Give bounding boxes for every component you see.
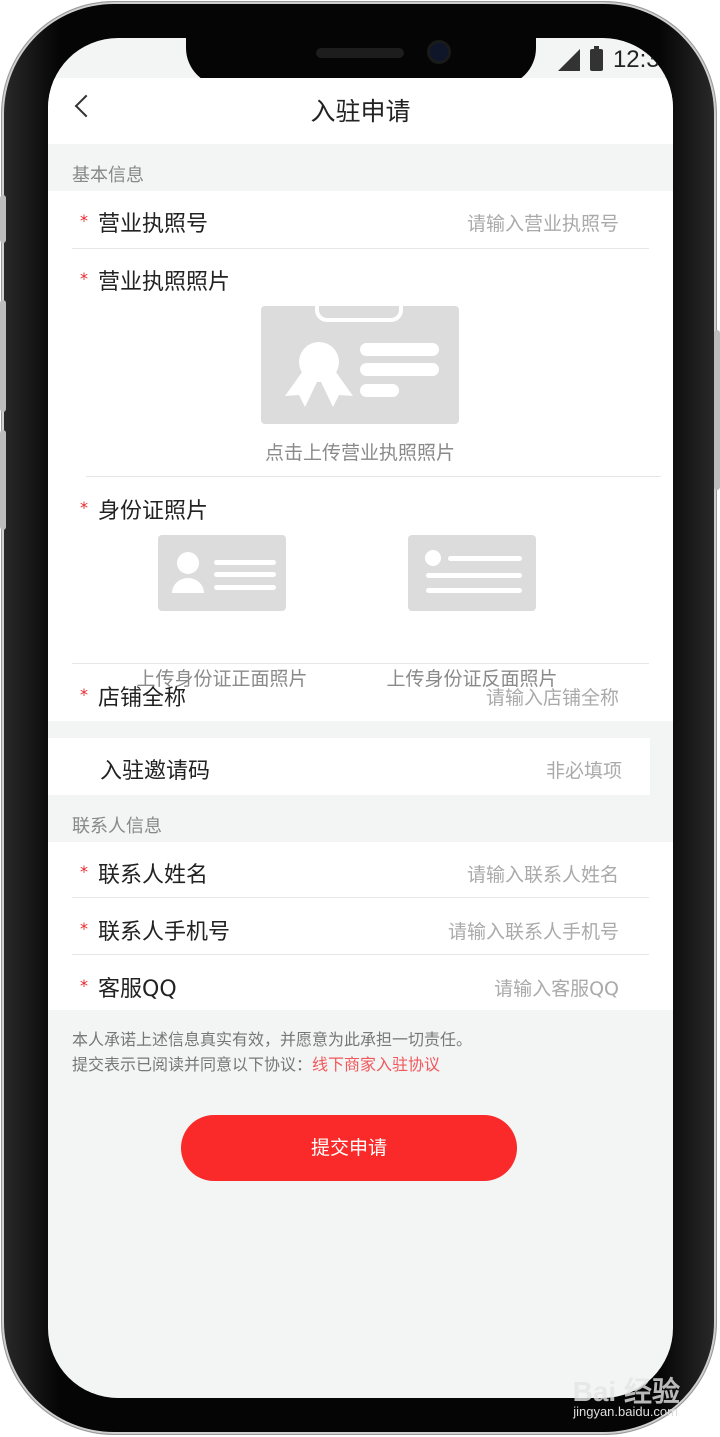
commitment-notice: 本人承诺上述信息真实有效，并愿意为此承担一切责任。	[72, 1030, 473, 1049]
divider	[72, 897, 649, 898]
page-title: 入驻申请	[310, 97, 411, 126]
watermark-url: jingyan.baidu.com	[573, 1404, 678, 1419]
shop-name-label: 店铺全称	[98, 686, 187, 711]
status-time: 12:30	[612, 46, 673, 73]
id-back-upload-icon[interactable]	[408, 535, 536, 611]
shop-name-input[interactable]: 请输入店铺全称	[486, 683, 619, 710]
section-title-contact: 联系人信息	[72, 816, 162, 837]
front-camera	[430, 43, 448, 61]
license-photo-row: * 营业执照照片	[48, 249, 673, 305]
service-qq-row[interactable]: * 客服QQ 请输入客服QQ	[48, 956, 673, 1012]
contact-name-row[interactable]: * 联系人姓名 请输入联系人姓名	[48, 842, 673, 898]
contact-phone-row[interactable]: * 联系人手机号 请输入联系人手机号	[48, 899, 673, 955]
id-photo-row: * 身份证照片	[48, 478, 673, 534]
contact-name-input[interactable]: 请输入联系人姓名	[467, 860, 619, 887]
speaker	[316, 48, 404, 58]
shop-name-row[interactable]: * 店铺全称 请输入店铺全称	[48, 665, 673, 721]
invite-code-card: 入驻邀请码 非必填项	[48, 738, 650, 795]
required-mark: *	[80, 976, 88, 995]
battery-icon	[589, 46, 603, 71]
invite-code-row[interactable]: 入驻邀请码 非必填项	[48, 738, 650, 794]
side-button	[0, 430, 6, 530]
license-photo-label: 营业执照照片	[98, 270, 231, 295]
agreement-notice: 提交表示已阅读并同意以下协议：线下商家入驻协议	[72, 1051, 440, 1075]
id-photo-label: 身份证照片	[98, 499, 209, 524]
license-number-row[interactable]: * 营业执照号 请输入营业执照号	[48, 191, 673, 247]
contact-name-label: 联系人姓名	[98, 863, 209, 888]
required-mark: *	[80, 211, 88, 230]
required-mark: *	[80, 919, 88, 938]
submit-button[interactable]: 提交申请	[181, 1115, 517, 1181]
side-button	[714, 330, 720, 490]
section-title-basic: 基本信息	[72, 165, 144, 186]
divider	[72, 954, 649, 955]
signal-icon	[557, 49, 580, 71]
basic-info-card: * 营业执照号 请输入营业执照号 * 营业执照照片 点击上传营业执照照片 * 身…	[48, 191, 673, 721]
license-upload-caption[interactable]: 点击上传营业执照照片	[208, 438, 512, 465]
id-front-upload-icon[interactable]	[158, 535, 286, 611]
service-qq-label: 客服QQ	[98, 977, 177, 1002]
invite-code-label: 入驻邀请码	[100, 759, 211, 784]
required-mark: *	[80, 685, 88, 704]
service-qq-input[interactable]: 请输入客服QQ	[494, 974, 619, 1001]
contact-phone-input[interactable]: 请输入联系人手机号	[448, 917, 619, 944]
side-button	[0, 300, 6, 412]
required-mark: *	[80, 498, 88, 517]
license-number-input[interactable]: 请输入营业执照号	[467, 209, 619, 236]
contact-info-card: * 联系人姓名 请输入联系人姓名 * 联系人手机号 请输入联系人手机号 * 客服…	[48, 842, 673, 1010]
agreement-prefix: 提交表示已阅读并同意以下协议：	[72, 1055, 313, 1074]
contact-phone-label: 联系人手机号	[98, 920, 231, 945]
license-number-label: 营业执照号	[98, 212, 209, 237]
status-bar: 12:30	[557, 42, 673, 78]
license-upload-icon[interactable]	[261, 306, 459, 424]
side-button	[0, 195, 6, 243]
divider	[72, 663, 649, 664]
app-screen: 12:30 入驻申请 基本信息 * 营业执照号 请输入营业执照号 * 营业执照照…	[48, 38, 673, 1398]
invite-code-input[interactable]: 非必填项	[546, 756, 622, 783]
required-mark: *	[80, 862, 88, 881]
navigation-bar: 入驻申请	[48, 78, 673, 144]
agreement-link[interactable]: 线下商家入驻协议	[312, 1055, 440, 1074]
divider	[86, 476, 661, 477]
required-mark: *	[80, 269, 88, 288]
